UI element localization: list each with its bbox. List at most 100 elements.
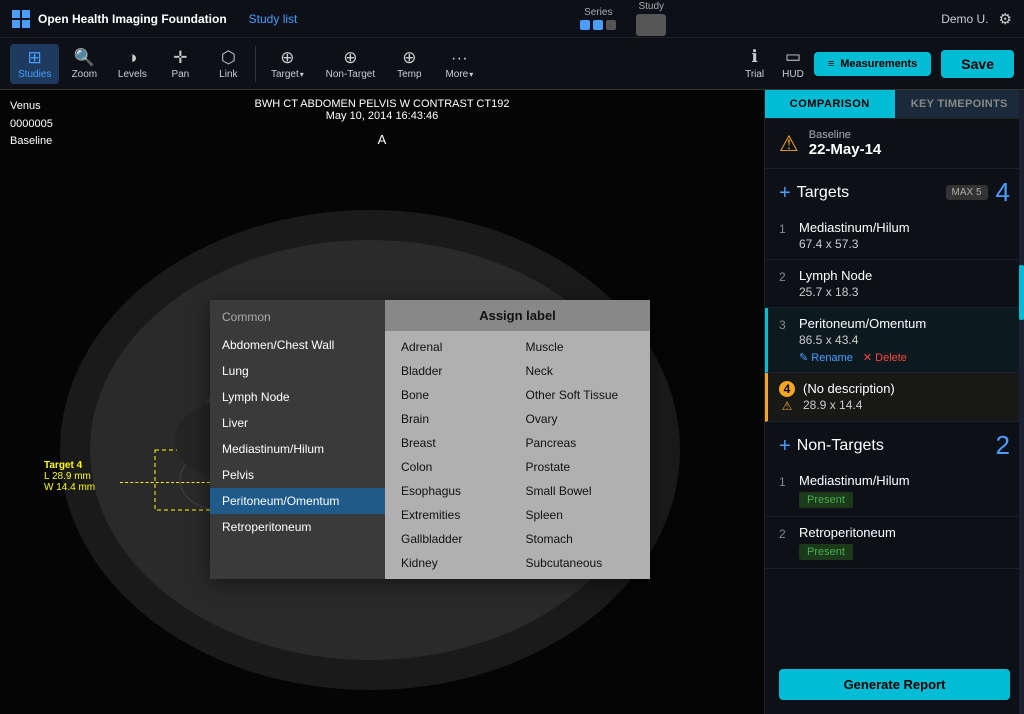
series-indicator: Series xyxy=(580,7,616,30)
series-label: Series xyxy=(584,7,612,18)
non-target-label: Non-Target xyxy=(326,69,375,80)
tool-studies[interactable]: ⊞ Studies xyxy=(10,44,59,84)
temp-icon: ⊕ xyxy=(402,48,416,68)
target-item-3: 3 Peritoneum/Omentum 86.5 x 43.4 ✎ Renam… xyxy=(765,308,1024,373)
patient-timepoint: Baseline xyxy=(10,133,53,151)
target-3-actions: ✎ Rename ✕ Delete xyxy=(799,351,926,364)
temp-label: Temp xyxy=(397,69,421,80)
link-label: Link xyxy=(219,69,237,80)
nt-2-name: Retroperitoneum xyxy=(799,525,896,540)
study-label: Study xyxy=(638,1,664,12)
settings-button[interactable]: ⚙ xyxy=(999,10,1012,28)
assign-kidney[interactable]: Kidney xyxy=(393,551,518,575)
scan-title: BWH CT ABDOMEN PELVIS W CONTRAST CT192 xyxy=(255,98,510,110)
logo-icon xyxy=(12,10,30,28)
common-item-liver[interactable]: Liver xyxy=(210,410,385,436)
common-item-lymphnode[interactable]: Lymph Node xyxy=(210,384,385,410)
patient-name: Venus xyxy=(10,98,53,116)
nt-1-status: Present xyxy=(799,492,853,508)
assign-bone[interactable]: Bone xyxy=(393,383,518,407)
assign-colon[interactable]: Colon xyxy=(393,455,518,479)
tool-non-target[interactable]: ⊕ Non-Target xyxy=(316,44,384,84)
hud-icon: ▭ xyxy=(785,47,801,67)
common-item-peritoneum[interactable]: Peritoneum/Omentum xyxy=(210,488,385,514)
common-item-abdomen[interactable]: Abdomen/Chest Wall xyxy=(210,332,385,358)
assign-label-dropdown: Common Abdomen/Chest Wall Lung Lymph Nod… xyxy=(210,300,650,579)
assign-breast[interactable]: Breast xyxy=(393,431,518,455)
image-area[interactable]: Venus 0000005 Baseline BWH CT ABDOMEN PE… xyxy=(0,90,764,714)
delete-button[interactable]: ✕ Delete xyxy=(863,351,907,364)
assign-small-bowel[interactable]: Small Bowel xyxy=(518,479,643,503)
levels-label: Levels xyxy=(118,69,147,80)
assign-muscle[interactable]: Muscle xyxy=(518,335,643,359)
assign-stomach[interactable]: Stomach xyxy=(518,527,643,551)
non-targets-label: Non-Targets xyxy=(797,437,996,455)
tool-temp[interactable]: ⊕ Temp xyxy=(386,44,432,84)
common-item-retroperitoneum[interactable]: Retroperitoneum xyxy=(210,514,385,540)
targets-count: 4 xyxy=(996,177,1010,208)
patient-info: Venus 0000005 Baseline xyxy=(10,98,53,151)
hud-label: HUD xyxy=(782,69,804,80)
assign-panel: Assign label Adrenal Muscle Bladder Neck… xyxy=(385,300,650,579)
assign-ovary[interactable]: Ovary xyxy=(518,407,643,431)
user-section: Demo U. ⚙ xyxy=(941,10,1012,28)
baseline-date: 22-May-14 xyxy=(809,141,882,158)
nt-1-num: 1 xyxy=(779,475,791,489)
measurements-button[interactable]: ≡ Measurements xyxy=(814,52,931,76)
assign-brain[interactable]: Brain xyxy=(393,407,518,431)
assign-gallbladder[interactable]: Gallbladder xyxy=(393,527,518,551)
common-item-pelvis[interactable]: Pelvis xyxy=(210,462,385,488)
scroll-bar[interactable] xyxy=(1019,90,1024,714)
tool-zoom[interactable]: 🔍 Zoom xyxy=(61,44,107,84)
assign-neck[interactable]: Neck xyxy=(518,359,643,383)
assign-panel-header: Assign label xyxy=(385,300,650,331)
non-targets-section-header: + Non-Targets 2 xyxy=(765,422,1024,465)
assign-adrenal[interactable]: Adrenal xyxy=(393,335,518,359)
common-item-lung[interactable]: Lung xyxy=(210,358,385,384)
tab-comparison[interactable]: COMPARISON xyxy=(765,90,895,118)
target-w: W 14.4 mm xyxy=(44,482,95,493)
assign-esophagus[interactable]: Esophagus xyxy=(393,479,518,503)
target-1-name: Mediastinum/Hilum xyxy=(799,220,910,235)
generate-report-button[interactable]: Generate Report xyxy=(779,669,1010,700)
assign-spleen[interactable]: Spleen xyxy=(518,503,643,527)
studies-icon: ⊞ xyxy=(28,48,42,68)
target-1-size: 67.4 x 57.3 xyxy=(799,237,910,251)
assign-other-soft-tissue[interactable]: Other Soft Tissue xyxy=(518,383,643,407)
add-non-target-button[interactable]: + xyxy=(779,436,791,456)
assign-extremities[interactable]: Extremities xyxy=(393,503,518,527)
common-item-mediastinum[interactable]: Mediastinum/Hilum xyxy=(210,436,385,462)
target-4-warning-icon: ⚠ xyxy=(782,399,793,413)
hud-button[interactable]: ▭ HUD xyxy=(774,43,812,84)
assign-subcutaneous[interactable]: Subcutaneous xyxy=(518,551,643,575)
tool-target[interactable]: ⊕ Target▾ xyxy=(260,44,314,84)
trial-button[interactable]: ℹ Trial xyxy=(737,43,772,84)
non-targets-count: 2 xyxy=(996,430,1010,461)
measurements-icon: ≡ xyxy=(828,58,834,70)
target-2-size: 25.7 x 18.3 xyxy=(799,285,872,299)
add-target-button[interactable]: + xyxy=(779,183,791,203)
tool-link[interactable]: ⬡ Link xyxy=(205,44,251,84)
tab-key-timepoints[interactable]: KEY TIMEPOINTS xyxy=(895,90,1024,118)
rename-button[interactable]: ✎ Rename xyxy=(799,351,853,364)
target-2-name: Lymph Node xyxy=(799,268,872,283)
orientation-label: A xyxy=(378,132,387,147)
assign-pancreas[interactable]: Pancreas xyxy=(518,431,643,455)
assign-prostate[interactable]: Prostate xyxy=(518,455,643,479)
main-content: Venus 0000005 Baseline BWH CT ABDOMEN PE… xyxy=(0,90,1024,714)
more-icon: ··· xyxy=(451,48,468,68)
assign-bladder[interactable]: Bladder xyxy=(393,359,518,383)
target-3-name: Peritoneum/Omentum xyxy=(799,316,926,331)
trial-icon: ℹ xyxy=(751,47,757,67)
study-list-button[interactable]: Study list xyxy=(241,8,306,30)
target-l: L 28.9 mm xyxy=(44,471,95,482)
study-button[interactable] xyxy=(636,14,666,36)
targets-section-header: + Targets MAX 5 4 xyxy=(765,169,1024,212)
common-panel: Common Abdomen/Chest Wall Lung Lymph Nod… xyxy=(210,300,385,579)
target-icon: ⊕ xyxy=(280,48,294,68)
target-item-4: 4 ⚠ (No description) 28.9 x 14.4 xyxy=(765,373,1024,422)
tool-levels[interactable]: ◑ Levels xyxy=(109,44,155,84)
tool-more[interactable]: ··· More▾ xyxy=(434,44,484,84)
save-button[interactable]: Save xyxy=(941,50,1014,78)
tool-pan[interactable]: ✛ Pan xyxy=(157,44,203,84)
